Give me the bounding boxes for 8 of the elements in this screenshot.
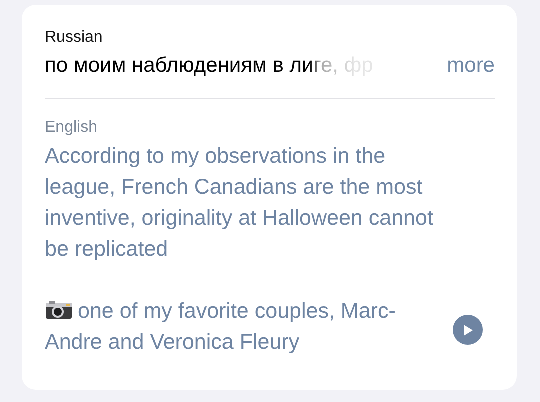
more-link[interactable]: more [447, 54, 495, 78]
camera-icon [45, 300, 73, 320]
play-button[interactable] [453, 315, 483, 345]
translated-text: one of my favorite couples, Marc-Andre and Veronica Fleury [45, 298, 397, 356]
target-language-label: English [45, 119, 98, 137]
translated-text: According to my observations in the league, French Canadians are the most inventive, originality at Halloween cannot be replicated [45, 143, 434, 263]
play-icon [462, 324, 474, 336]
source-language-label: Russian [45, 29, 103, 47]
